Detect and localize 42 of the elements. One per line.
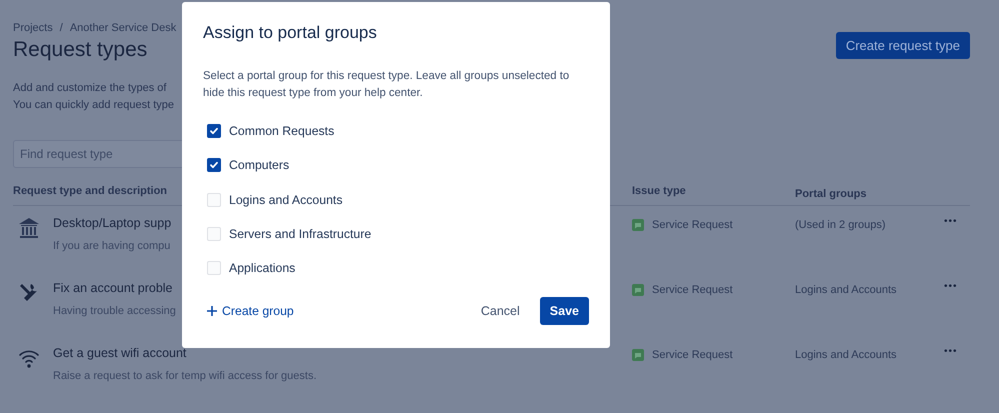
- building-icon: [17, 216, 41, 240]
- breadcrumb-separator: /: [60, 22, 63, 34]
- request-type-name[interactable]: Get a guest wifi account: [53, 346, 186, 360]
- checkbox-label[interactable]: Applications: [229, 261, 296, 276]
- issue-type-text: Service Request: [652, 349, 733, 361]
- more-actions-button[interactable]: •••: [940, 281, 962, 292]
- dialog-text: Select a portal group for this request type. Leave all groups unselected to hide this request type from your help center.: [203, 69, 570, 101]
- more-actions-button[interactable]: •••: [940, 216, 962, 227]
- portal-groups-text: Logins and Accounts: [795, 348, 898, 361]
- checkbox-label[interactable]: Logins and Accounts: [229, 192, 342, 207]
- description-text: Add and customize the types of: [13, 81, 166, 96]
- plus-icon: [207, 306, 217, 316]
- checkbox-label[interactable]: Common Requests: [229, 124, 334, 138]
- checkbox-label[interactable]: Computers: [229, 158, 290, 172]
- checkbox[interactable]: [207, 158, 221, 172]
- issue-type-text: Service Request: [652, 219, 733, 231]
- request-type-description: If you are having compu: [53, 240, 170, 252]
- service-request-icon: [632, 284, 644, 296]
- request-type-name[interactable]: Desktop/Laptop supp: [53, 216, 172, 230]
- description-text: You can quickly add request type: [13, 98, 174, 113]
- portal-groups-text: Logins and Accounts: [795, 283, 898, 296]
- breadcrumb-link[interactable]: Projects: [13, 22, 53, 34]
- issue-type-text: Service Request: [652, 284, 733, 296]
- request-type-name[interactable]: Fix an account proble: [53, 281, 173, 295]
- checkbox[interactable]: [207, 124, 221, 138]
- portal-groups-text: (Used in 2 groups): [795, 218, 886, 231]
- create-request-type-button[interactable]: Create request type: [836, 32, 970, 59]
- breadcrumb-link[interactable]: Another Service Desk: [70, 22, 176, 34]
- create-group-link[interactable]: Create group: [203, 304, 294, 318]
- cancel-button[interactable]: Cancel: [474, 303, 526, 320]
- column-header: Portal groups: [795, 188, 867, 200]
- page-title: Request types: [13, 38, 148, 62]
- column-header: Issue type: [632, 185, 686, 197]
- request-type-description: Having trouble accessing: [53, 305, 176, 317]
- more-actions-button[interactable]: •••: [940, 346, 962, 357]
- request-type-description: Raise a request to ask for temp wifi access for guests.: [53, 370, 317, 382]
- dialog-title: Assign to portal groups: [203, 23, 378, 43]
- column-header: Request type and description: [13, 185, 168, 197]
- service-request-icon: [632, 219, 644, 231]
- service-request-icon: [632, 349, 644, 361]
- checkbox-label[interactable]: Servers and Infrastructure: [229, 227, 372, 242]
- save-button[interactable]: Save: [540, 297, 589, 326]
